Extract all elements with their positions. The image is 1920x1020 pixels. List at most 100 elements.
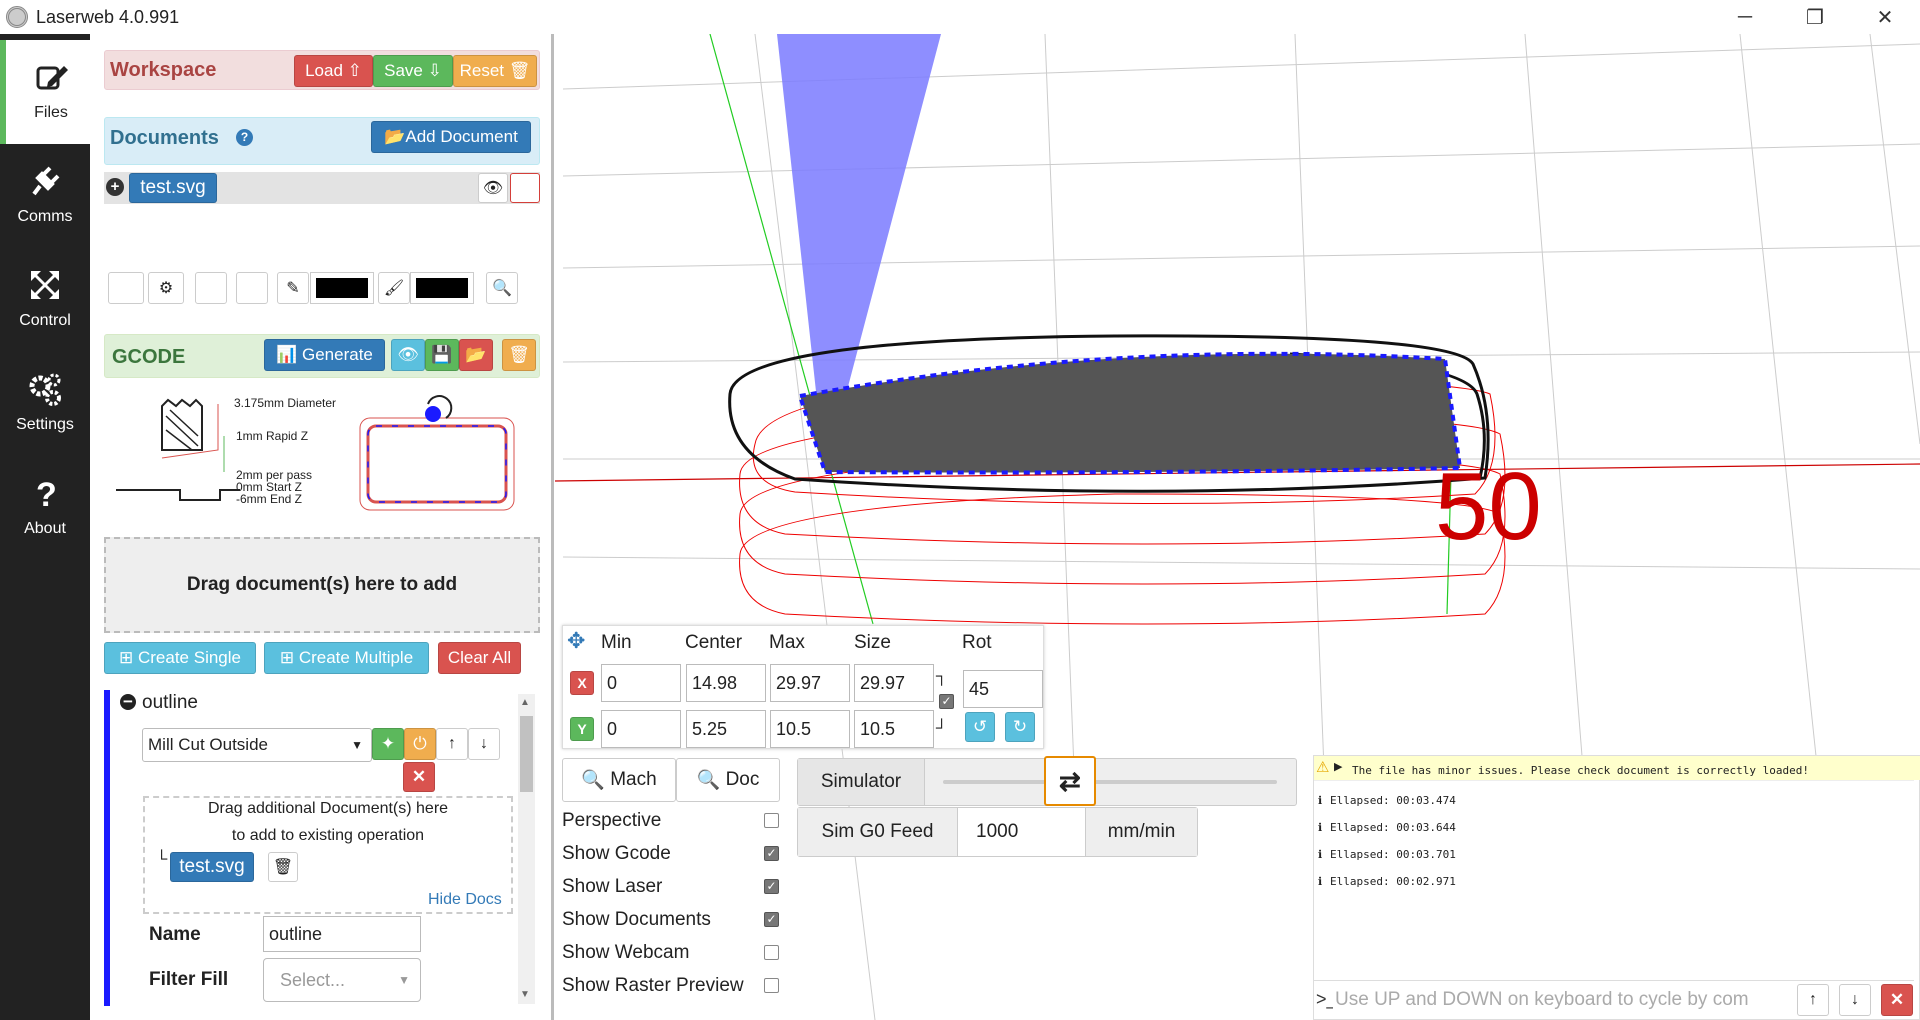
option-checkbox[interactable]: ✓ — [764, 846, 779, 861]
restore-button[interactable]: ❐ — [1780, 0, 1850, 34]
save-button[interactable]: Save ⇩ — [373, 55, 453, 87]
operation-name-input[interactable]: outline — [263, 916, 421, 952]
simulator-track[interactable] — [943, 780, 1277, 784]
move-down-icon[interactable]: ↓ — [468, 728, 500, 760]
select-all-icon[interactable]: ⚙ — [108, 272, 144, 304]
scrollbar-thumb[interactable] — [520, 716, 533, 792]
eye-icon[interactable]: 👁 — [478, 173, 508, 203]
sim-feed-input[interactable]: 1000 — [960, 808, 1084, 856]
tree-branch-icon: └ — [156, 851, 168, 868]
generate-button[interactable]: 📊 Generate — [264, 339, 385, 371]
document-name[interactable]: test.svg — [129, 173, 217, 203]
document-dropzone[interactable]: Drag document(s) here to add — [104, 537, 540, 633]
remove-document-button[interactable]: ✕ — [510, 173, 540, 203]
dropzone-label: Drag document(s) here to add — [186, 574, 458, 595]
load-button[interactable]: Load ⇧ — [294, 55, 373, 87]
sidebar-item-label: Control — [19, 312, 71, 329]
load-gcode-icon[interactable]: 📂 — [459, 339, 493, 371]
drag-line-2: to add to existing operation — [231, 827, 425, 844]
operation-type-value: Mill Cut Outside — [148, 735, 268, 754]
operation-doc[interactable]: test.svg — [170, 852, 254, 882]
option-checkbox[interactable]: ✓ — [764, 879, 779, 894]
sidebar-item-settings[interactable]: Settings — [0, 352, 90, 456]
save-gcode-icon[interactable]: 💾 — [425, 339, 459, 371]
mach-view-button[interactable]: 🔍 Mach — [562, 758, 676, 802]
x-center-input[interactable]: 14.98 — [686, 664, 766, 702]
name-label: Name — [149, 924, 201, 945]
help-icon[interactable]: ? — [236, 129, 253, 146]
clear-console-button[interactable]: ✕ — [1881, 984, 1913, 1016]
option-checkbox[interactable]: ✓ — [764, 912, 779, 927]
panel-divider[interactable] — [551, 34, 554, 1020]
sidebar-item-about[interactable]: ? About — [0, 456, 90, 560]
rotation-input[interactable]: 45 — [963, 670, 1043, 708]
minimize-button[interactable]: ─ — [1710, 0, 1780, 34]
search-icon[interactable]: 🔍 — [486, 272, 518, 304]
create-single-button[interactable]: ⊞ Create Single — [104, 642, 256, 674]
lock-aspect-checkbox[interactable]: ✓ — [939, 694, 954, 709]
select-none-icon[interactable]: ⚙ — [148, 272, 184, 304]
sidebar-item-label: About — [24, 520, 66, 537]
simulator-slider-handle[interactable]: ⇄ — [1043, 756, 1096, 806]
history-down-icon[interactable]: ↓ — [1839, 984, 1871, 1016]
clear-all-button[interactable]: Clear All — [438, 642, 521, 674]
y-max-input[interactable]: 10.5 — [770, 710, 850, 748]
power-icon[interactable]: ⏻ — [404, 728, 436, 760]
add-document-button[interactable]: 📂 Add Document — [371, 121, 531, 153]
y-size-input[interactable]: 10.5 — [854, 710, 934, 748]
sidebar-item-control[interactable]: Control — [0, 248, 90, 352]
magic-wand-icon[interactable]: ✦ — [372, 728, 404, 760]
filter-fill-select[interactable]: Select... ▼ — [263, 958, 421, 1002]
y-axis-badge: Y — [570, 717, 594, 741]
remove-doc-icon[interactable]: 🗑 — [268, 852, 298, 882]
hide-docs-link[interactable]: Hide Docs — [428, 891, 502, 909]
doc-view-button[interactable]: 🔍 Doc — [676, 758, 780, 802]
console-input[interactable]: Use UP and DOWN on keyboard to cycle by … — [1333, 984, 1795, 1016]
tool-diagram: 3.175mm Diameter 1mm Rapid Z 2mm per pas… — [116, 395, 515, 511]
question-icon: ? — [36, 476, 57, 510]
option-label: Show Laser — [562, 876, 663, 897]
create-multiple-button[interactable]: ⊞ Create Multiple — [264, 642, 429, 674]
collapse-icon[interactable]: − — [120, 693, 136, 710]
x-max-input[interactable]: 29.97 — [770, 664, 850, 702]
option-label: Show Webcam — [562, 942, 690, 963]
move-up-icon[interactable]: ↑ — [436, 728, 468, 760]
close-button[interactable]: ✕ — [1850, 0, 1920, 34]
sidebar-item-comms[interactable]: Comms — [0, 144, 90, 248]
play-icon: ▶ — [1334, 761, 1343, 773]
rotate-ccw-icon[interactable]: ↺ — [965, 712, 995, 742]
history-up-icon[interactable]: ↑ — [1797, 984, 1829, 1016]
rotate-cw-icon[interactable]: ↻ — [1005, 712, 1035, 742]
sidebar-item-files[interactable]: Files — [0, 40, 90, 144]
pencil-icon[interactable]: ✎ — [277, 272, 309, 304]
remove-operation-button[interactable]: ✕ — [403, 762, 435, 792]
reset-button[interactable]: Reset 🗑 — [453, 55, 537, 87]
delete-icon[interactable]: 🗑 — [236, 272, 268, 304]
y-min-input[interactable]: 0 — [601, 710, 681, 748]
y-center-input[interactable]: 5.25 — [686, 710, 766, 748]
move-icon — [31, 271, 59, 299]
brush-icon[interactable]: 🖌 — [378, 272, 410, 304]
clear-gcode-icon[interactable]: 🗑 — [502, 339, 536, 371]
x-min-input[interactable]: 0 — [601, 664, 681, 702]
fill-color-swatch[interactable] — [410, 272, 474, 304]
window-title: Laserweb 4.0.991 — [36, 6, 180, 27]
option-checkbox[interactable] — [764, 813, 779, 828]
mach-label: Mach — [610, 769, 657, 790]
option-checkbox[interactable] — [764, 978, 779, 993]
warning-icon: ⚠ — [1316, 759, 1330, 776]
scroll-up-icon[interactable]: ▲ — [520, 697, 530, 708]
expand-icon[interactable]: + — [106, 178, 124, 196]
copy-icon[interactable]: ❐ — [195, 272, 227, 304]
stroke-color-swatch[interactable] — [310, 272, 374, 304]
view-gcode-icon[interactable]: 👁 — [391, 339, 425, 371]
scroll-down-icon[interactable]: ▼ — [520, 989, 530, 1000]
col-rot: Rot — [962, 632, 992, 653]
operation-type-select[interactable]: Mill Cut Outside ▼ — [142, 728, 372, 762]
end-z-text: -6mm End Z — [236, 492, 302, 506]
edit-icon — [36, 66, 68, 90]
x-size-input[interactable]: 29.97 — [854, 664, 934, 702]
simulator-label: Simulator — [798, 759, 925, 805]
console-warning-text: The file has minor issues. Please check … — [1352, 764, 1809, 777]
option-checkbox[interactable] — [764, 945, 779, 960]
